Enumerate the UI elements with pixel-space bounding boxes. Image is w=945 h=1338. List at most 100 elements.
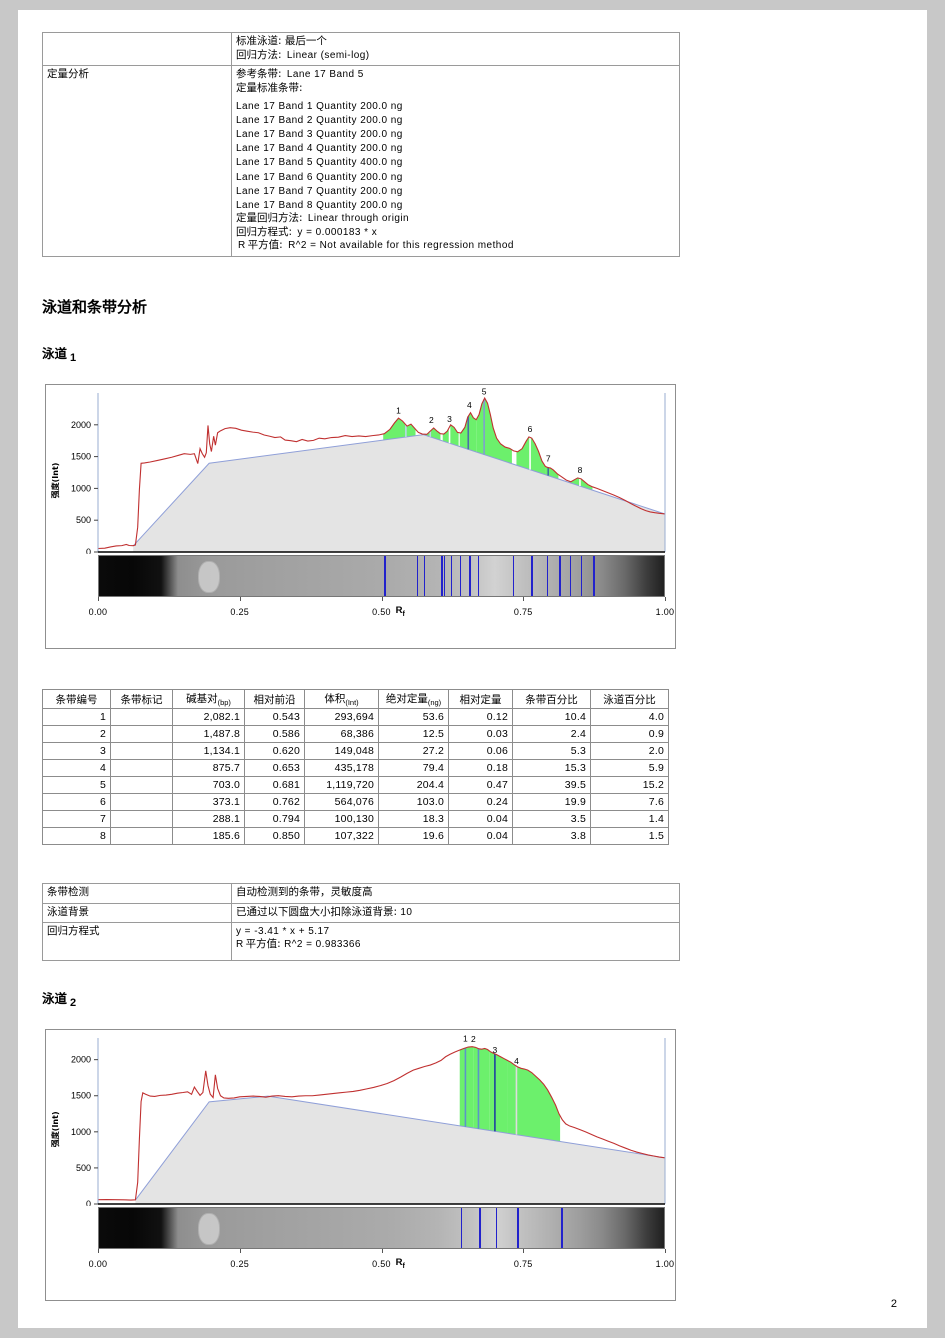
gel-band-marker-0: [384, 556, 386, 596]
column-header-4: 体积(Int): [304, 688, 379, 710]
table-cell-4: 293,694: [304, 708, 379, 727]
lane1-heading-label: 泳道: [42, 346, 68, 361]
table-cell-1: [110, 810, 173, 829]
rsq-key-pre: R: [238, 240, 246, 252]
table-row: 2 1,487.8 0.586 68,386 12.5 0.03 2.4 0.9: [42, 725, 669, 744]
lane1-chart: 0 500 1000 1500 2000 1 2 3 4 5 6 7 8 强度(Int) 0.00 0.25 0…: [45, 384, 676, 649]
table-cell-2: 1,487.8: [172, 725, 245, 744]
gel-band-marker-13: [569, 556, 572, 596]
lane-background-disc-size: 10: [400, 906, 413, 918]
document-page: 标准泳道: 最后一个 回归方法: Linear (semi-log) 定量分析 …: [18, 10, 927, 1328]
table-cell-0: 8: [42, 827, 111, 846]
standard-lane-key: 标准泳道: [236, 35, 278, 47]
table-cell-8: 1.5: [590, 827, 669, 846]
summary-row-standard: 标准泳道: 最后一个 回归方法: Linear (semi-log): [42, 31, 680, 67]
lane-regression-equation: y = -3.41 * x + 5.17: [236, 926, 330, 938]
table-row: 6 373.1 0.762 564,076 103.0 0.24 19.9 7.6: [42, 793, 669, 812]
lane1-heading: 泳道 1: [42, 343, 76, 364]
peak-label-3: 3: [493, 1045, 498, 1055]
gel-band-marker-4: [561, 1208, 563, 1248]
table-cell-3: 0.681: [244, 776, 305, 795]
table-cell-2: 875.7: [172, 759, 245, 778]
table-cell-4: 435,178: [304, 759, 379, 778]
lane2-heading: 泳道 2: [42, 988, 76, 1009]
gel-gradient: [99, 1208, 664, 1248]
x-tick-label: 0.50: [372, 607, 391, 617]
table-cell-3: 0.543: [244, 708, 305, 727]
gel-band-marker-0: [460, 1208, 463, 1248]
table-cell-7: 39.5: [512, 776, 591, 795]
table-cell-0: 2: [42, 725, 111, 744]
x-tick-mark: [98, 597, 99, 601]
std-band-item: Lane 17 Band 8 Quantity 200.0 ng: [236, 199, 403, 211]
equation-key: 回归方程式: [236, 225, 289, 238]
std-band-item: Lane 17 Band 3 Quantity 200.0 ng: [236, 128, 403, 140]
table-cell-6: 0.03: [448, 725, 513, 744]
peak-label-2: 2: [429, 415, 434, 425]
std-band-item: Lane 17 Band 2 Quantity 200.0 ng: [236, 114, 403, 126]
peak-label-1: 1: [463, 1034, 468, 1044]
baseline-area: [133, 434, 665, 552]
profile-plot: 0 500 1000 1500 2000 1 2 3 45 6 7 8 强度(Int): [50, 387, 666, 554]
peak-label-4: 4: [514, 1056, 519, 1066]
table-row: 4 875.7 0.653 435,178 79.4 0.18 15.3 5.9: [42, 759, 669, 778]
gel-band-marker-15: [593, 556, 595, 596]
lane2-heading-label: 泳道: [42, 991, 68, 1006]
std-band-item: Lane 17 Band 6 Quantity 200.0 ng: [236, 171, 403, 183]
table-cell-8: 7.6: [590, 793, 669, 812]
x-tick-label: 0.75: [513, 1259, 533, 1269]
gel-band-marker-4: [443, 556, 446, 596]
band-fill-1: [459, 1046, 474, 1129]
ref-band-key: 参考条带: [236, 68, 278, 81]
table-cell-8: 0.9: [590, 725, 669, 744]
quantitation-label: 定量分析: [42, 65, 232, 257]
table-cell-3: 0.653: [244, 759, 305, 778]
table-row: 5 703.0 0.681 1,119,720 204.4 0.47 39.5 15.2: [42, 776, 669, 795]
table-cell-8: 4.0: [590, 708, 669, 727]
table-cell-5: 204.4: [378, 776, 449, 795]
table-cell-4: 68,386: [304, 725, 379, 744]
table-cell-5: 53.6: [378, 708, 449, 727]
x-axis-title: Rf: [395, 1257, 405, 1270]
std-band-item: Lane 17 Band 7 Quantity 200.0 ng: [236, 185, 403, 197]
column-header-1: 条带标记: [110, 688, 173, 710]
x-tick-mark: [523, 597, 525, 601]
x-tick-label: 0.25: [230, 1259, 250, 1269]
table-cell-7: 2.4: [512, 725, 591, 744]
x-tick-mark: [665, 597, 666, 601]
table-cell-7: 5.3: [512, 742, 591, 761]
table-cell-6: 0.06: [448, 742, 513, 761]
equation-value: y = 0.000183 * x: [297, 226, 378, 238]
peak-label-7: 7: [546, 454, 551, 464]
std-bands-list: Lane 17 Band 1 Quantity 200.0 ng Lane 17…: [236, 100, 675, 214]
x-axis-title: Rf: [395, 605, 405, 618]
table-cell-1: [110, 708, 173, 727]
lane-rsq-cn: 平方值: [245, 938, 278, 951]
gel-gradient: [99, 556, 664, 596]
gel-band-marker-9: [512, 556, 515, 596]
summary-row-quantitation: 定量分析 参考条带: Lane 17 Band 5 定量标准条带: Lane 1…: [42, 65, 680, 257]
table-cell-0: 3: [42, 742, 111, 761]
gel-band-marker-10: [531, 556, 533, 596]
y-tick-label: 2000: [71, 420, 91, 430]
lane-background-key: 泳道背景: [42, 902, 232, 924]
gel-lane-image: [98, 555, 665, 597]
table-cell-7: 3.5: [512, 810, 591, 829]
std-band-item: Lane 17 Band 4 Quantity 200.0 ng: [236, 143, 403, 155]
x-tick-mark: [665, 1249, 666, 1253]
table-cell-7: 19.9: [512, 793, 591, 812]
quantitation-content: 参考条带: Lane 17 Band 5 定量标准条带: Lane 17 Ban…: [231, 65, 680, 257]
y-tick-label: 1000: [71, 483, 91, 493]
table-cell-2: 703.0: [172, 776, 245, 795]
gel-band-marker-14: [580, 556, 583, 596]
x-tick-mark: [523, 1249, 525, 1253]
peak-label-1: 1: [396, 405, 401, 415]
table-cell-5: 27.2: [378, 742, 449, 761]
footer-row-regression: 回归方程式 y = -3.41 * x + 5.17 R 平方值: R^2 = 0…: [42, 922, 680, 962]
gel-band-marker-8: [477, 556, 480, 596]
table-cell-6: 0.04: [448, 810, 513, 829]
table-cell-5: 19.6: [378, 827, 449, 846]
gel-band-marker-5: [450, 556, 453, 596]
y-tick-label: 1500: [71, 452, 91, 462]
table-cell-6: 0.47: [448, 776, 513, 795]
